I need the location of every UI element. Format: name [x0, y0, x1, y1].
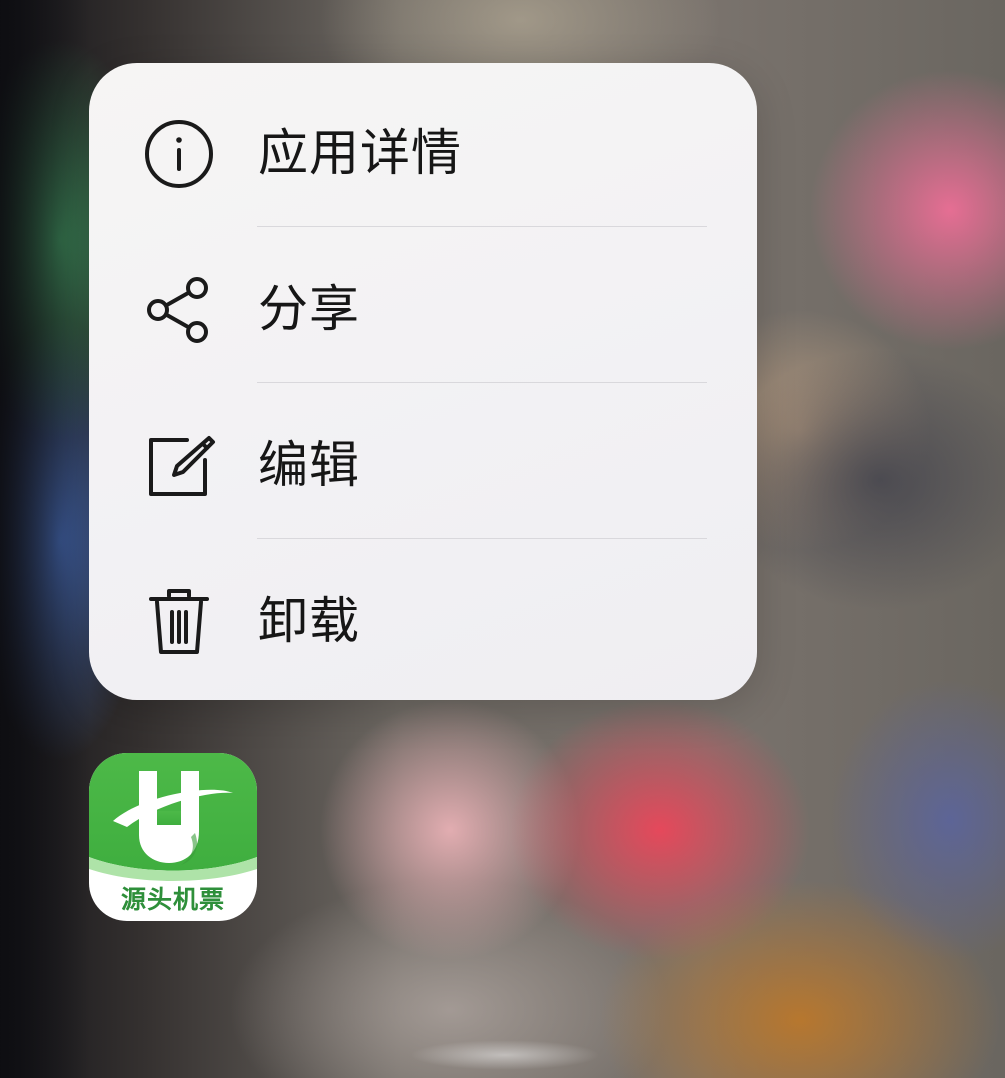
menu-item-label: 卸载	[258, 591, 360, 650]
menu-item-label: 编辑	[258, 435, 360, 494]
app-icon-yuantou-jipiao[interactable]: 源头机票	[89, 753, 257, 921]
menu-item-edit[interactable]: 编辑	[89, 383, 757, 538]
menu-item-share[interactable]: 分享	[89, 227, 757, 382]
menu-item-app-details[interactable]: 应用详情	[89, 71, 757, 226]
app-context-menu: 应用详情 分享 编辑 卸载	[89, 63, 757, 700]
edit-icon	[139, 426, 219, 506]
info-circle-icon	[139, 114, 219, 194]
app-name-label: 源头机票	[120, 885, 225, 914]
trash-icon	[139, 582, 219, 662]
menu-item-label: 分享	[258, 279, 360, 338]
menu-item-label: 应用详情	[258, 123, 462, 182]
menu-item-uninstall[interactable]: 卸载	[89, 539, 757, 694]
blurred-dock-hint	[410, 1040, 600, 1070]
background-shade	[0, 0, 90, 1078]
share-icon	[139, 270, 219, 350]
